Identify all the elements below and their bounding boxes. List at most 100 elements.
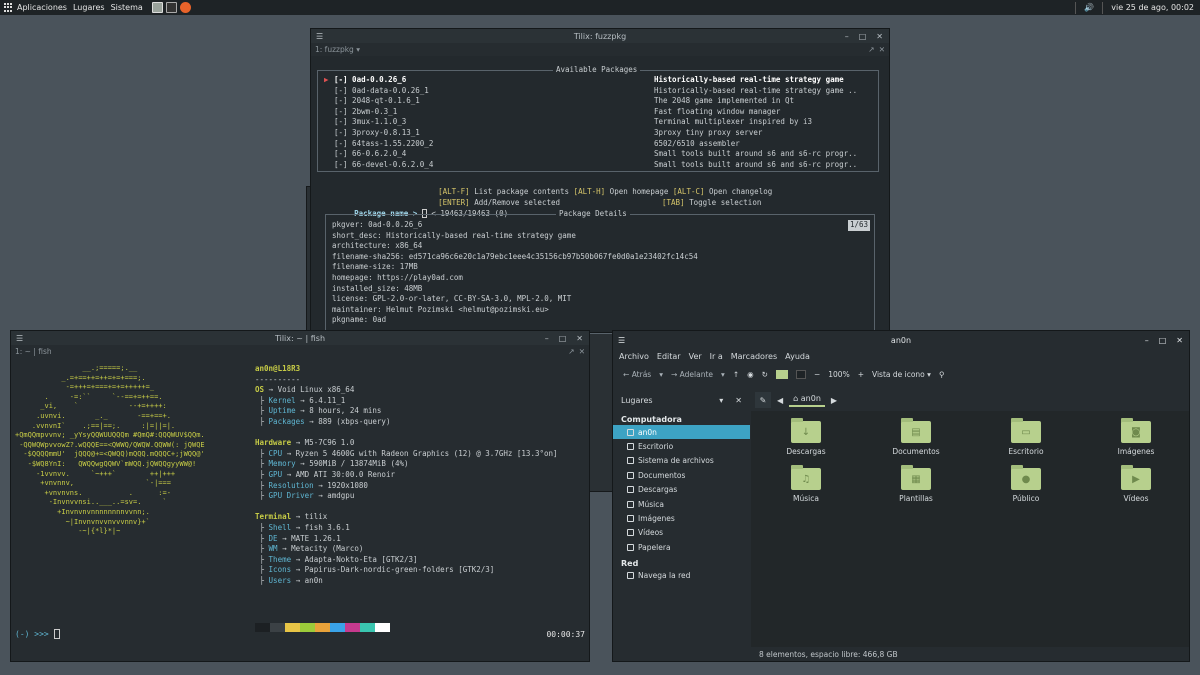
folder-item[interactable]: ↓ Descargas — [751, 418, 861, 456]
hamburger-menu-icon[interactable]: ☰ — [316, 32, 323, 41]
menu-archivo[interactable]: Archivo — [619, 352, 649, 361]
terminal-tab-bar: 1: ~ | fish ↗ ✕ — [11, 345, 589, 357]
sidebar-item[interactable]: Documentos — [613, 468, 750, 482]
titlebar[interactable]: ☰ an0n – □ ✕ — [613, 331, 1189, 349]
zoom-in-icon[interactable]: + — [858, 370, 864, 379]
split-icon[interactable]: ↗ — [868, 45, 874, 54]
terminal-body[interactable]: __.;=====;.__ _.=+==++=++=+=+===;. -=+++… — [11, 358, 589, 661]
menu-places[interactable]: Lugares — [73, 3, 105, 12]
close-terminal-icon[interactable]: ✕ — [579, 347, 585, 356]
terminal-tab[interactable]: 1: ~ | fish — [15, 347, 52, 356]
hamburger-menu-icon[interactable]: ☰ — [16, 334, 23, 343]
package-row[interactable]: ▶ [-] 0ad-0.0.26_6 Historically-based rea… — [324, 75, 878, 86]
titlebar[interactable]: ☰ Tilix: ~ | fish – □ ✕ — [11, 331, 589, 345]
zoom-out-icon[interactable]: − — [814, 370, 820, 379]
package-row[interactable]: [-] 2048-qt-0.1.6_1 The 2048 game impleme… — [324, 96, 878, 107]
menu-editar[interactable]: Editar — [657, 352, 681, 361]
minimize-icon[interactable]: – — [845, 32, 849, 41]
package-row[interactable]: [-] 3mux-1.1.0_3 Terminal multiplexer ins… — [324, 117, 878, 128]
firefox-icon[interactable] — [179, 2, 191, 13]
sidebar-item[interactable]: Descargas — [613, 483, 750, 497]
path-right-arrow-icon[interactable]: ▶ — [831, 396, 837, 405]
package-row[interactable]: [-] 2bwm-0.3_1 Fast floating window manag… — [324, 107, 878, 118]
close-terminal-icon[interactable]: ✕ — [879, 45, 885, 54]
package-row[interactable]: [-] 64tass-1.55.2200_2 6502/6510 assemble… — [324, 139, 878, 150]
tree-branch: ├ — [255, 448, 269, 458]
package-row[interactable]: [-] 3proxy-0.8.13_1 3proxy tiny proxy ser… — [324, 128, 878, 139]
color-swatch — [300, 623, 315, 632]
details-page-indicator: 1/63 — [847, 220, 870, 231]
close-sidebar-icon[interactable]: ✕ — [735, 396, 742, 405]
apps-grid-icon[interactable] — [4, 2, 14, 13]
package-row[interactable]: [-] 0ad-data-0.0.26_1 Historically-based … — [324, 86, 878, 97]
up-arrow-icon[interactable]: ↑ — [733, 370, 739, 379]
package-row[interactable]: [-] 66-0.6.2.0_4 Small tools built around… — [324, 149, 878, 160]
folder-item[interactable]: ▦ Plantillas — [861, 465, 971, 503]
folder-item[interactable]: ♫ Música — [751, 465, 861, 503]
sidebar-item[interactable]: Navega la red — [613, 569, 750, 583]
folder-item[interactable]: ▶ Vídeos — [1081, 465, 1191, 503]
edit-location-icon[interactable]: ✎ — [755, 392, 771, 408]
close-icon[interactable]: ✕ — [876, 32, 883, 41]
maximize-icon[interactable]: □ — [559, 334, 567, 343]
menu-ayuda[interactable]: Ayuda — [785, 352, 810, 361]
reload-icon[interactable]: ↻ — [762, 370, 768, 379]
home-folder-icon[interactable] — [775, 369, 788, 379]
breadcrumb-home[interactable]: ⌂ an0n — [789, 394, 825, 407]
folder-icon: ▦ — [901, 465, 931, 490]
panel-clock[interactable]: vie 25 de ago, 00:02 — [1111, 3, 1194, 12]
terminal-tab[interactable]: 1: fuzzpkg ▾ — [315, 45, 360, 54]
forward-button[interactable]: → Adelante — [671, 370, 713, 379]
sidebar-item-icon — [627, 428, 634, 436]
sidebar-item-icon — [627, 457, 634, 465]
sidebar-item[interactable]: Papelera — [613, 540, 750, 554]
forward-history-dropdown[interactable]: ▾ — [721, 370, 725, 379]
menu-ir-a[interactable]: Ir a — [710, 352, 723, 361]
split-icon[interactable]: ↗ — [568, 347, 574, 356]
search-icon[interactable]: ⚲ — [939, 370, 945, 379]
maximize-icon[interactable]: □ — [1159, 336, 1167, 345]
minimize-icon[interactable]: – — [1145, 336, 1149, 345]
terminal-body[interactable]: Available Packages ▶ [-] 0ad-0.0.26_6 His… — [311, 56, 889, 334]
volume-icon[interactable]: 🔊 — [1084, 3, 1094, 12]
back-history-dropdown[interactable]: ▾ — [659, 370, 663, 379]
menu-ver[interactable]: Ver — [689, 352, 702, 361]
path-left-arrow-icon[interactable]: ◀ — [777, 396, 783, 405]
close-icon[interactable]: ✕ — [576, 334, 583, 343]
titlebar[interactable]: ☰ Tilix: fuzzpkg – □ ✕ — [311, 29, 889, 43]
terminal-launcher-icon[interactable] — [165, 2, 177, 13]
menu-marcadores[interactable]: Marcadores — [731, 352, 777, 361]
tilix-fuzzpkg-window[interactable]: ☰ Tilix: fuzzpkg – □ ✕ 1: fuzzpkg ▾ ↗ ✕ Ava… — [310, 28, 890, 334]
maximize-icon[interactable]: □ — [859, 32, 867, 41]
sidebar-item[interactable]: Escritorio — [613, 439, 750, 453]
places-dropdown-icon[interactable]: ▾ — [719, 396, 723, 405]
menu-applications[interactable]: Aplicaciones — [17, 3, 67, 12]
package-row[interactable]: [-] 66-devel-0.6.2.0_4 Small tools built … — [324, 160, 878, 171]
folder-item[interactable]: ▭ Escritorio — [971, 418, 1081, 456]
available-packages-box: Available Packages ▶ [-] 0ad-0.0.26_6 His… — [317, 65, 879, 172]
shell-prompt[interactable]: (-) >>> — [15, 629, 60, 639]
tilix-fish-window[interactable]: ☰ Tilix: ~ | fish – □ ✕ 1: ~ | fish ↗ ✕ __.… — [10, 330, 590, 662]
folder-item[interactable]: ▤ Documentos — [861, 418, 971, 456]
file-manager-window[interactable]: ☰ an0n – □ ✕ Archivo Editar Ver Ir a Marca… — [612, 330, 1190, 662]
tree-branch: ├ — [255, 544, 269, 554]
sidebar-item[interactable]: Imágenes — [613, 511, 750, 525]
folder-item[interactable]: ● Público — [971, 465, 1081, 503]
files-launcher-icon[interactable] — [151, 2, 163, 13]
folder-item[interactable]: ◙ Imágenes — [1081, 418, 1191, 456]
minimize-icon[interactable]: – — [545, 334, 549, 343]
sidebar-item[interactable]: an0n — [613, 425, 750, 440]
sidebar-item[interactable]: Sistema de archivos — [613, 454, 750, 468]
sidebar-item[interactable]: Vídeos — [613, 526, 750, 540]
stop-icon[interactable]: ◉ — [747, 370, 754, 379]
hamburger-menu-icon[interactable]: ☰ — [618, 336, 625, 345]
sidebar-item[interactable]: Música — [613, 497, 750, 511]
back-button[interactable]: ← Atrás — [623, 370, 651, 379]
places-select[interactable]: Lugares — [621, 396, 653, 405]
menu-system[interactable]: Sistema — [111, 3, 143, 12]
file-view[interactable]: ✎ ◀ ⌂ an0n ▶ ↓ Descargas ▤ Documentos ▭ Escri… — [751, 389, 1189, 647]
view-mode-select[interactable]: Vista de icono ▾ — [872, 370, 931, 379]
info-value: 8 hours, 24 mins — [309, 406, 382, 416]
computer-icon[interactable] — [795, 369, 806, 379]
close-icon[interactable]: ✕ — [1176, 336, 1183, 345]
